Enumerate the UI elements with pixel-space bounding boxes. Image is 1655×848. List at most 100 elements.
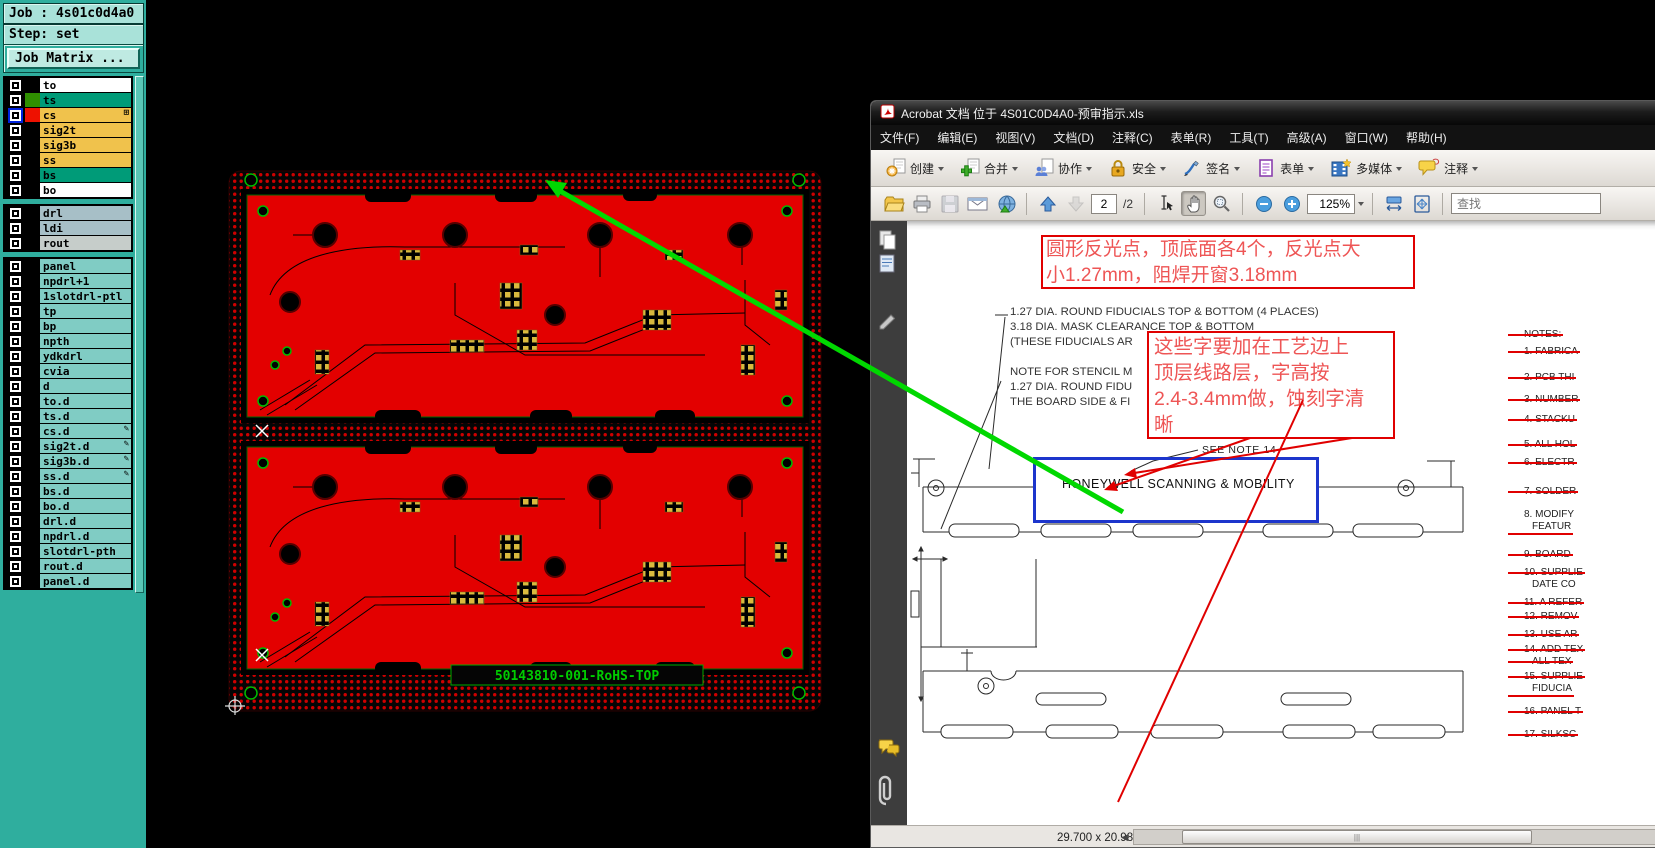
layer-visibility-checkbox[interactable] xyxy=(9,455,21,467)
fit-page-icon[interactable] xyxy=(1409,191,1434,216)
layer-row-tp[interactable]: tp xyxy=(5,304,131,318)
combine-button[interactable]: 合并 xyxy=(955,155,1023,181)
layer-visibility-checkbox[interactable] xyxy=(9,154,21,166)
layer-color-swatch[interactable] xyxy=(25,319,40,333)
layer-row-bs[interactable]: bs xyxy=(5,168,131,182)
layer-list-scrollbar[interactable] xyxy=(135,76,144,593)
layer-color-swatch[interactable] xyxy=(25,221,40,235)
marquee-zoom-icon[interactable] xyxy=(1209,191,1234,216)
layer-row-drl[interactable]: drl xyxy=(5,206,131,220)
menu-item[interactable]: 文件(F) xyxy=(871,129,928,146)
layer-row-sig3b[interactable]: sig3b xyxy=(5,138,131,152)
layer-row-bs.d[interactable]: bs.d xyxy=(5,484,131,498)
layer-visibility-checkbox[interactable] xyxy=(9,320,21,332)
horizontal-scroll-thumb[interactable]: ||| xyxy=(1182,830,1532,844)
layer-color-swatch[interactable] xyxy=(25,108,40,122)
layer-color-swatch[interactable] xyxy=(25,138,40,152)
layer-visibility-checkbox[interactable] xyxy=(9,335,21,347)
pages-panel-icon[interactable] xyxy=(877,229,901,253)
layer-row-bo[interactable]: bo xyxy=(5,183,131,197)
zoom-in-icon[interactable] xyxy=(1279,191,1304,216)
layer-row-ldi[interactable]: ldi xyxy=(5,221,131,235)
pcb-board-bottom[interactable] xyxy=(246,440,804,676)
layer-visibility-checkbox[interactable] xyxy=(9,470,21,482)
layer-visibility-checkbox[interactable] xyxy=(9,124,21,136)
hscroll-left-arrow-icon[interactable]: ◀ xyxy=(1121,832,1128,843)
menu-item[interactable]: 工具(T) xyxy=(1220,129,1277,146)
layer-row-sig2t.d[interactable]: sig2t.d ✎ xyxy=(5,439,131,453)
layer-color-swatch[interactable] xyxy=(25,289,40,303)
layer-visibility-checkbox[interactable] xyxy=(9,169,21,181)
layer-color-swatch[interactable] xyxy=(25,206,40,220)
comment-button[interactable]: 注释 xyxy=(1413,155,1483,181)
layer-row-cs[interactable]: cs ⊞ xyxy=(5,107,131,123)
layer-row-bp[interactable]: bp xyxy=(5,319,131,333)
upload-globe-icon[interactable] xyxy=(993,191,1018,216)
bookmarks-panel-icon[interactable] xyxy=(877,253,901,277)
layer-visibility-checkbox[interactable] xyxy=(9,260,21,272)
previous-page-icon[interactable] xyxy=(1035,191,1060,216)
layer-row-ts.d[interactable]: ts.d xyxy=(5,409,131,423)
layer-row-rout[interactable]: rout xyxy=(5,236,131,250)
layer-visibility-checkbox[interactable] xyxy=(9,79,21,91)
hand-tool-icon[interactable] xyxy=(1181,191,1207,216)
next-page-icon[interactable] xyxy=(1063,191,1088,216)
layer-row-sig2t[interactable]: sig2t xyxy=(5,123,131,137)
layer-row-to.d[interactable]: to.d xyxy=(5,394,131,408)
layer-visibility-checkbox[interactable] xyxy=(9,207,21,219)
print-icon[interactable] xyxy=(909,191,934,216)
layer-row-rout.d[interactable]: rout.d xyxy=(5,559,131,573)
layer-visibility-checkbox[interactable] xyxy=(9,380,21,392)
forms-button[interactable]: 表单 xyxy=(1251,155,1319,181)
zoom-out-icon[interactable] xyxy=(1251,191,1276,216)
layer-visibility-checkbox[interactable] xyxy=(9,365,21,377)
collaborate-button[interactable]: 协作 xyxy=(1029,155,1097,181)
layer-visibility-checkbox[interactable] xyxy=(9,545,21,557)
job-matrix-button[interactable]: Job Matrix ... xyxy=(7,48,140,69)
layer-row-drl.d[interactable]: drl.d xyxy=(5,514,131,528)
layer-color-swatch[interactable] xyxy=(25,364,40,378)
layer-visibility-checkbox[interactable] xyxy=(9,395,21,407)
layer-row-slotdrl-pth[interactable]: slotdrl-pth xyxy=(5,544,131,558)
layer-color-swatch[interactable] xyxy=(25,394,40,408)
horizontal-scrollbar[interactable]: ||| xyxy=(1133,829,1655,845)
menu-item[interactable]: 窗口(W) xyxy=(1336,129,1397,146)
page-number-input[interactable] xyxy=(1091,193,1117,214)
save-icon[interactable] xyxy=(937,191,962,216)
layer-color-swatch[interactable] xyxy=(25,529,40,543)
layer-color-swatch[interactable] xyxy=(25,484,40,498)
layer-visibility-checkbox[interactable] xyxy=(7,107,23,123)
pcb-panel-view[interactable]: 50143810-001-RoHS-TOP xyxy=(225,165,825,720)
signatures-panel-icon[interactable] xyxy=(877,309,901,333)
layer-visibility-checkbox[interactable] xyxy=(9,350,21,362)
layer-row-ts[interactable]: ts xyxy=(5,93,131,107)
layer-color-swatch[interactable] xyxy=(25,559,40,573)
multimedia-button[interactable]: 多媒体 xyxy=(1325,155,1407,181)
layer-row-1slotdrl-ptl[interactable]: 1slotdrl-ptl xyxy=(5,289,131,303)
menu-item[interactable]: 高级(A) xyxy=(1278,129,1336,146)
layer-row-cs.d[interactable]: cs.d ✎ xyxy=(5,424,131,438)
layer-visibility-checkbox[interactable] xyxy=(9,515,21,527)
layer-visibility-checkbox[interactable] xyxy=(9,305,21,317)
layer-color-swatch[interactable] xyxy=(25,304,40,318)
layer-row-ydkdrl[interactable]: ydkdrl xyxy=(5,349,131,363)
layer-row-npdrl+1[interactable]: npdrl+1 xyxy=(5,274,131,288)
layer-row-d[interactable]: d xyxy=(5,379,131,393)
find-input[interactable] xyxy=(1451,193,1602,214)
layer-color-swatch[interactable] xyxy=(25,153,40,167)
zoom-level-select[interactable]: 125% xyxy=(1307,193,1356,214)
layer-row-cvia[interactable]: cvia xyxy=(5,364,131,378)
layer-visibility-checkbox[interactable] xyxy=(9,139,21,151)
layer-visibility-checkbox[interactable] xyxy=(9,575,21,587)
open-folder-icon[interactable] xyxy=(881,191,906,216)
layer-visibility-checkbox[interactable] xyxy=(9,560,21,572)
create-button[interactable]: 创建 xyxy=(881,155,949,181)
layer-visibility-checkbox[interactable] xyxy=(9,485,21,497)
menu-item[interactable]: 帮助(H) xyxy=(1397,129,1456,146)
layer-visibility-checkbox[interactable] xyxy=(9,410,21,422)
security-button[interactable]: 安全 xyxy=(1103,155,1171,181)
layer-color-swatch[interactable] xyxy=(25,499,40,513)
pdf-document-page[interactable]: 圆形反光点，顶底面各4个，反光点大 小1.27mm，阻焊开窗3.18mm 1.2… xyxy=(907,221,1655,825)
layer-visibility-checkbox[interactable] xyxy=(9,425,21,437)
layer-color-swatch[interactable] xyxy=(25,236,40,250)
